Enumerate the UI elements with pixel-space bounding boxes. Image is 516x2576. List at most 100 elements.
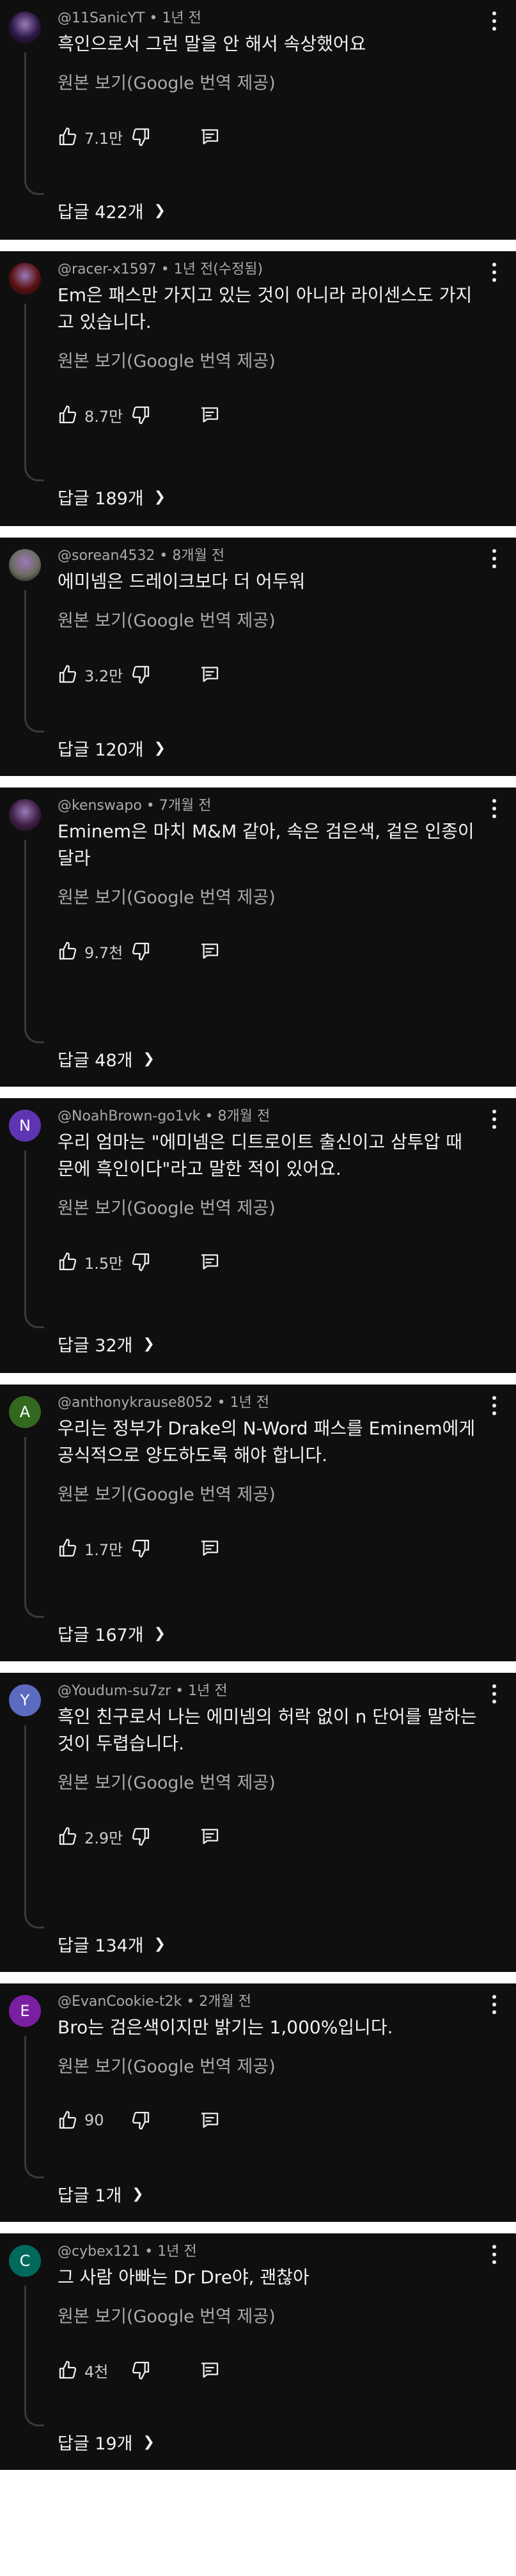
reply-button[interactable]: [199, 941, 220, 961]
dislike-button[interactable]: [130, 2110, 151, 2130]
comment-actions: 3.2만: [58, 662, 478, 687]
dislike-button[interactable]: [130, 1538, 151, 1558]
avatar[interactable]: [9, 263, 41, 295]
show-original-link[interactable]: 원본 보기(Google 번역 제공): [58, 609, 478, 633]
comment-text: Eminem은 마치 M&M 같아, 속은 검은색, 겉은 인종이 달라: [58, 821, 474, 869]
replies-count: 답글 1개: [58, 2186, 122, 2206]
view-replies-button[interactable]: 답글 1개 ❯: [58, 2182, 144, 2207]
view-replies-button[interactable]: 답글 134개 ❯: [58, 1932, 166, 1957]
chevron-right-icon: ❯: [153, 740, 166, 756]
view-replies-button[interactable]: 답글 32개 ❯: [58, 1331, 155, 1356]
comment-card: N @NoahBrown-go1vk • 8개월 전 우리 엄마는 "에미넴은 디트…: [0, 1098, 516, 1373]
more-options-icon[interactable]: [492, 2245, 497, 2268]
like-button[interactable]: 2.9만: [58, 1826, 128, 1848]
more-options-icon[interactable]: [492, 1995, 497, 2018]
thumbs-up-icon: [58, 405, 78, 425]
avatar[interactable]: Y: [9, 1684, 41, 1716]
thumbs-down-icon: [130, 1252, 151, 1272]
comment-card: Y @Youdum-su7zr • 1년 전 흑인 친구로서 나는 에미넴의 허락 …: [0, 1673, 516, 1972]
comment-author[interactable]: @racer-x1597: [58, 261, 157, 277]
comment-meta: @EvanCookie-t2k • 2개월 전: [58, 1992, 478, 2012]
view-replies-button[interactable]: 답글 189개 ❯: [58, 485, 166, 509]
comment-body: @cybex121 • 1년 전그 사람 아빠는 Dr Dre야, 괜찮아 원본 …: [58, 2242, 478, 2383]
avatar[interactable]: [9, 12, 41, 43]
like-button[interactable]: 90: [58, 2110, 128, 2130]
comment-time: 2개월 전: [199, 1994, 252, 2010]
avatar[interactable]: [9, 549, 41, 581]
reply-button[interactable]: [199, 2110, 220, 2130]
comment-author[interactable]: @11SanicYT: [58, 10, 145, 26]
replies-count: 답글 19개: [58, 2434, 133, 2454]
like-button[interactable]: 8.7만: [58, 404, 128, 426]
view-replies-button[interactable]: 답글 120개 ❯: [58, 736, 166, 761]
avatar[interactable]: [9, 799, 41, 831]
meta-separator: •: [200, 1108, 218, 1124]
show-original-link[interactable]: 원본 보기(Google 번역 제공): [58, 886, 478, 910]
like-button[interactable]: 7.1만: [58, 126, 128, 148]
reply-button[interactable]: [199, 664, 220, 685]
more-options-icon[interactable]: [492, 263, 497, 286]
like-button[interactable]: 1.5만: [58, 1251, 128, 1273]
reply-button[interactable]: [199, 1252, 220, 1272]
reply-button[interactable]: [199, 1538, 220, 1558]
show-original-link[interactable]: 원본 보기(Google 번역 제공): [58, 350, 478, 374]
show-original-link[interactable]: 원본 보기(Google 번역 제공): [58, 72, 478, 96]
comment-card: A @anthonykrause8052 • 1년 전 우리는 정부가 Drake의…: [0, 1385, 516, 1661]
like-count: 7.1만: [84, 129, 123, 148]
card-gap: [0, 526, 516, 538]
comment-author[interactable]: @anthonykrause8052: [58, 1395, 213, 1411]
more-options-icon[interactable]: [492, 12, 497, 35]
show-original-link[interactable]: 원본 보기(Google 번역 제공): [58, 2305, 478, 2329]
reply-button[interactable]: [199, 405, 220, 425]
dislike-button[interactable]: [130, 1252, 151, 1272]
more-options-icon[interactable]: [492, 1396, 497, 1419]
dislike-button[interactable]: [130, 941, 151, 961]
show-original-link[interactable]: 원본 보기(Google 번역 제공): [58, 2055, 478, 2079]
comment-actions: 2.9만: [58, 1824, 478, 1849]
show-original-link[interactable]: 원본 보기(Google 번역 제공): [58, 1197, 478, 1221]
card-gap: [0, 1972, 516, 1983]
meta-separator: •: [145, 10, 162, 26]
more-options-icon[interactable]: [492, 799, 497, 822]
avatar[interactable]: A: [9, 1396, 41, 1428]
like-button[interactable]: 4천: [58, 2359, 128, 2382]
more-options-icon[interactable]: [492, 549, 497, 572]
show-original-link[interactable]: 원본 보기(Google 번역 제공): [58, 1771, 478, 1796]
comment-author[interactable]: @sorean4532: [58, 548, 155, 564]
view-replies-button[interactable]: 답글 48개 ❯: [58, 1046, 155, 1071]
view-replies-button[interactable]: 답글 422개 ❯: [58, 198, 166, 223]
comment-author[interactable]: @NoahBrown-go1vk: [58, 1108, 201, 1124]
reply-comment-icon: [199, 127, 220, 147]
comment-author[interactable]: @kenswapo: [58, 798, 142, 814]
dislike-button[interactable]: [130, 127, 151, 147]
comment-author[interactable]: @Youdum-su7zr: [58, 1683, 171, 1699]
like-button[interactable]: 1.7만: [58, 1537, 128, 1560]
more-options-icon[interactable]: [492, 1684, 497, 1707]
card-gap: [0, 776, 516, 788]
view-replies-button[interactable]: 답글 19개 ❯: [58, 2430, 155, 2455]
show-original-link[interactable]: 원본 보기(Google 번역 제공): [58, 1483, 478, 1507]
view-replies-button[interactable]: 답글 167개 ❯: [58, 1621, 166, 1646]
avatar[interactable]: N: [9, 1110, 41, 1142]
comment-author[interactable]: @cybex121: [58, 2244, 140, 2260]
more-options-icon[interactable]: [492, 1110, 497, 1133]
card-gap: [0, 2222, 516, 2233]
dislike-button[interactable]: [130, 1826, 151, 1847]
reply-button[interactable]: [199, 127, 220, 147]
like-count: 2.9만: [84, 1829, 123, 1847]
comment-body: @sorean4532 • 8개월 전 에미넴은 드레이크보다 더 어두워 원본 보…: [58, 547, 478, 687]
reply-button[interactable]: [199, 1826, 220, 1847]
dislike-button[interactable]: [130, 405, 151, 425]
chevron-right-icon: ❯: [153, 1936, 166, 1952]
comment-author[interactable]: @EvanCookie-t2k: [58, 1994, 182, 2010]
avatar[interactable]: C: [9, 2245, 41, 2277]
avatar[interactable]: E: [9, 1995, 41, 2027]
like-button[interactable]: 9.7천: [58, 940, 128, 963]
like-button[interactable]: 3.2만: [58, 663, 128, 686]
comment-actions: 7.1만: [58, 124, 478, 150]
dislike-button[interactable]: [130, 664, 151, 685]
reply-button[interactable]: [199, 2360, 220, 2380]
thumbs-down-icon: [130, 2110, 151, 2130]
comment-text: 우리 엄마는 "에미넴은 디트로이트 출신이고 삼투압 때문에 흑인이다"라고 …: [58, 1131, 463, 1179]
dislike-button[interactable]: [130, 2360, 151, 2380]
